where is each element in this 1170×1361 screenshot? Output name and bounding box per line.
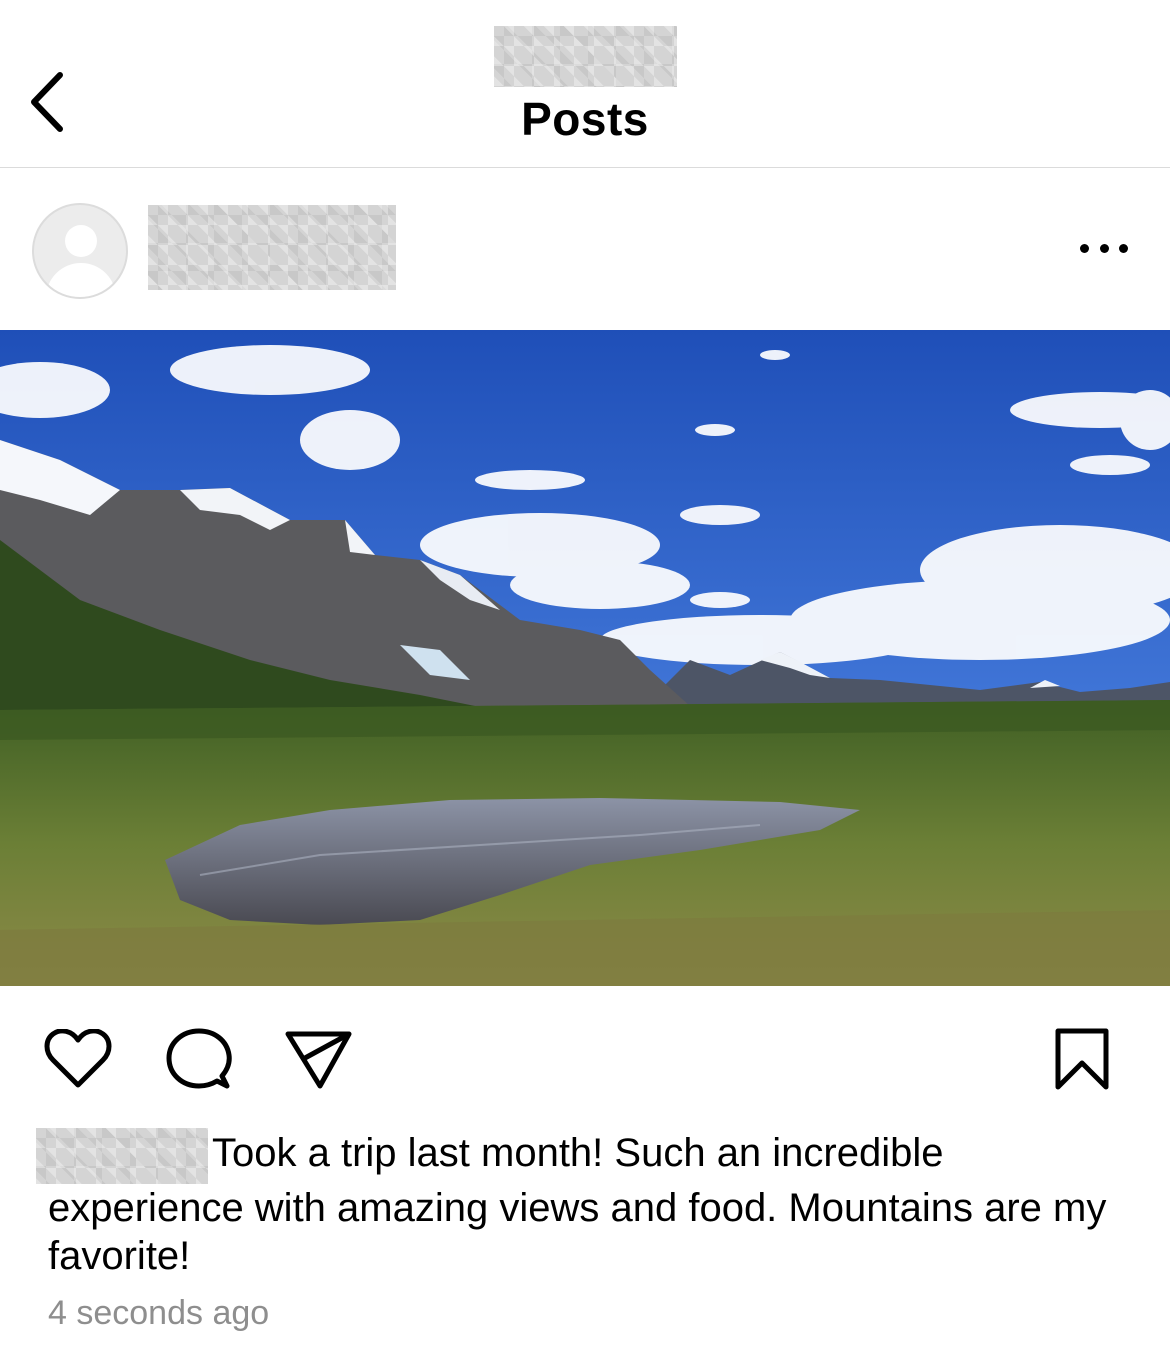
share-button[interactable]: [280, 1026, 356, 1092]
more-dot: [1080, 243, 1089, 253]
redacted-account-name: [494, 26, 677, 87]
like-button[interactable]: [40, 1026, 116, 1092]
mountain-landscape-image: [0, 330, 1170, 986]
save-button[interactable]: [1044, 1026, 1120, 1092]
comment-button[interactable]: [160, 1026, 236, 1092]
page-title: Posts: [521, 93, 649, 145]
redacted-post-username[interactable]: [148, 205, 396, 290]
redaction-block: [36, 1128, 208, 1184]
more-options-button[interactable]: [1074, 233, 1134, 263]
send-icon: [285, 1031, 352, 1089]
bookmark-icon: [1055, 1028, 1109, 1090]
post-caption: Took a trip last month! Such an incredib…: [36, 1128, 1138, 1280]
more-dot: [1099, 243, 1109, 253]
heart-icon: [44, 1029, 112, 1088]
post-timestamp: 4 seconds ago: [48, 1294, 270, 1332]
post-photo[interactable]: [0, 330, 1170, 986]
post-actions-bar: [0, 986, 1170, 1116]
avatar-placeholder-head: [65, 225, 97, 257]
post-header: [0, 169, 1170, 330]
comment-icon: [166, 1028, 232, 1089]
avatar[interactable]: [32, 203, 128, 299]
more-dot: [1119, 243, 1128, 253]
redacted-caption-username[interactable]: [36, 1128, 208, 1184]
top-navigation-bar: Posts: [0, 0, 1170, 168]
avatar-placeholder-body: [46, 263, 116, 297]
